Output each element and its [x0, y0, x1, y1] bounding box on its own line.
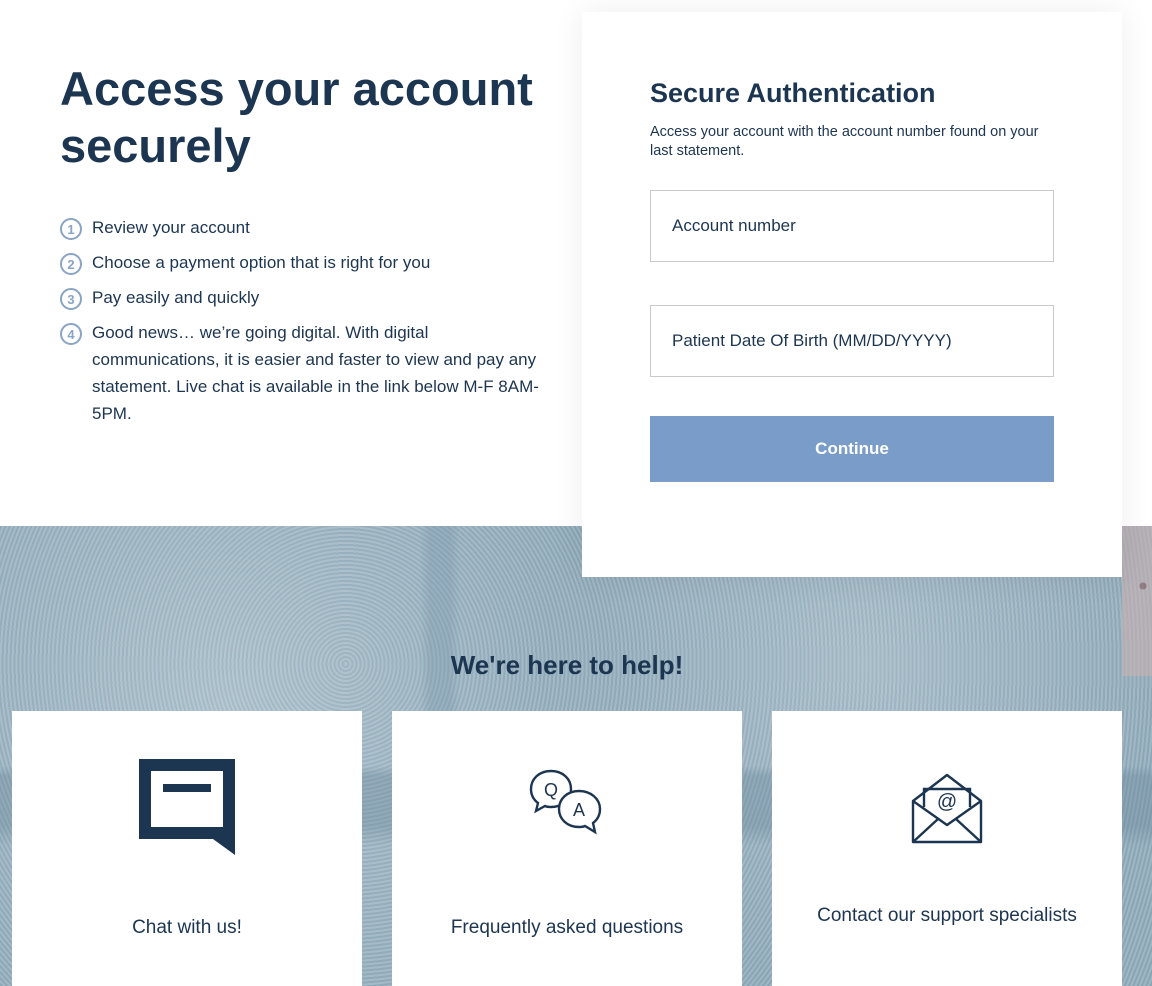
chat-label: Chat with us!: [132, 917, 242, 938]
step-text-1: Review your account: [92, 218, 250, 237]
chat-icon: [139, 759, 235, 855]
step-text-2: Choose a payment option that is right fo…: [92, 253, 431, 272]
help-title: We're here to help!: [450, 650, 684, 680]
faq-label: Frequently asked questions: [450, 917, 684, 938]
contact-card[interactable]: @ Contact our support specialists: [772, 711, 1122, 986]
list-item: 4 Good news… we’re going digital. With d…: [60, 319, 550, 427]
step-number-3: 3: [60, 288, 82, 310]
list-item: 3 Pay easily and quickly: [60, 284, 550, 311]
dob-input[interactable]: [650, 305, 1054, 377]
steps-list: 1 Review your account 2 Choose a payment…: [60, 214, 550, 435]
step-text-3: Pay easily and quickly: [92, 288, 260, 307]
email-icon: @: [911, 773, 983, 844]
step-number-4: 4: [60, 323, 82, 345]
step-number-2: 2: [60, 253, 82, 275]
qa-icon: Q A: [529, 769, 602, 835]
auth-description: Access your account with the account num…: [650, 124, 1039, 159]
continue-button[interactable]: Continue: [650, 416, 1054, 482]
page-title: Access your account securely: [60, 62, 533, 172]
auth-title: Secure Authentication: [650, 78, 936, 108]
chat-card[interactable]: Chat with us!: [12, 711, 362, 986]
faq-card[interactable]: Q A Frequently asked questions: [392, 711, 742, 986]
svg-text:Q: Q: [544, 780, 558, 800]
step-text-4: Good news… we’re going digital. With dig…: [92, 323, 539, 423]
account-number-input[interactable]: [650, 190, 1054, 262]
list-item: 2 Choose a payment option that is right …: [60, 249, 550, 276]
svg-text:@: @: [937, 791, 957, 813]
svg-text:A: A: [573, 800, 585, 820]
auth-card: Secure Authentication Access your accoun…: [582, 12, 1122, 577]
step-number-1: 1: [60, 218, 82, 240]
list-item: 1 Review your account: [60, 214, 550, 241]
contact-label: Contact our support specialists: [817, 905, 1077, 926]
